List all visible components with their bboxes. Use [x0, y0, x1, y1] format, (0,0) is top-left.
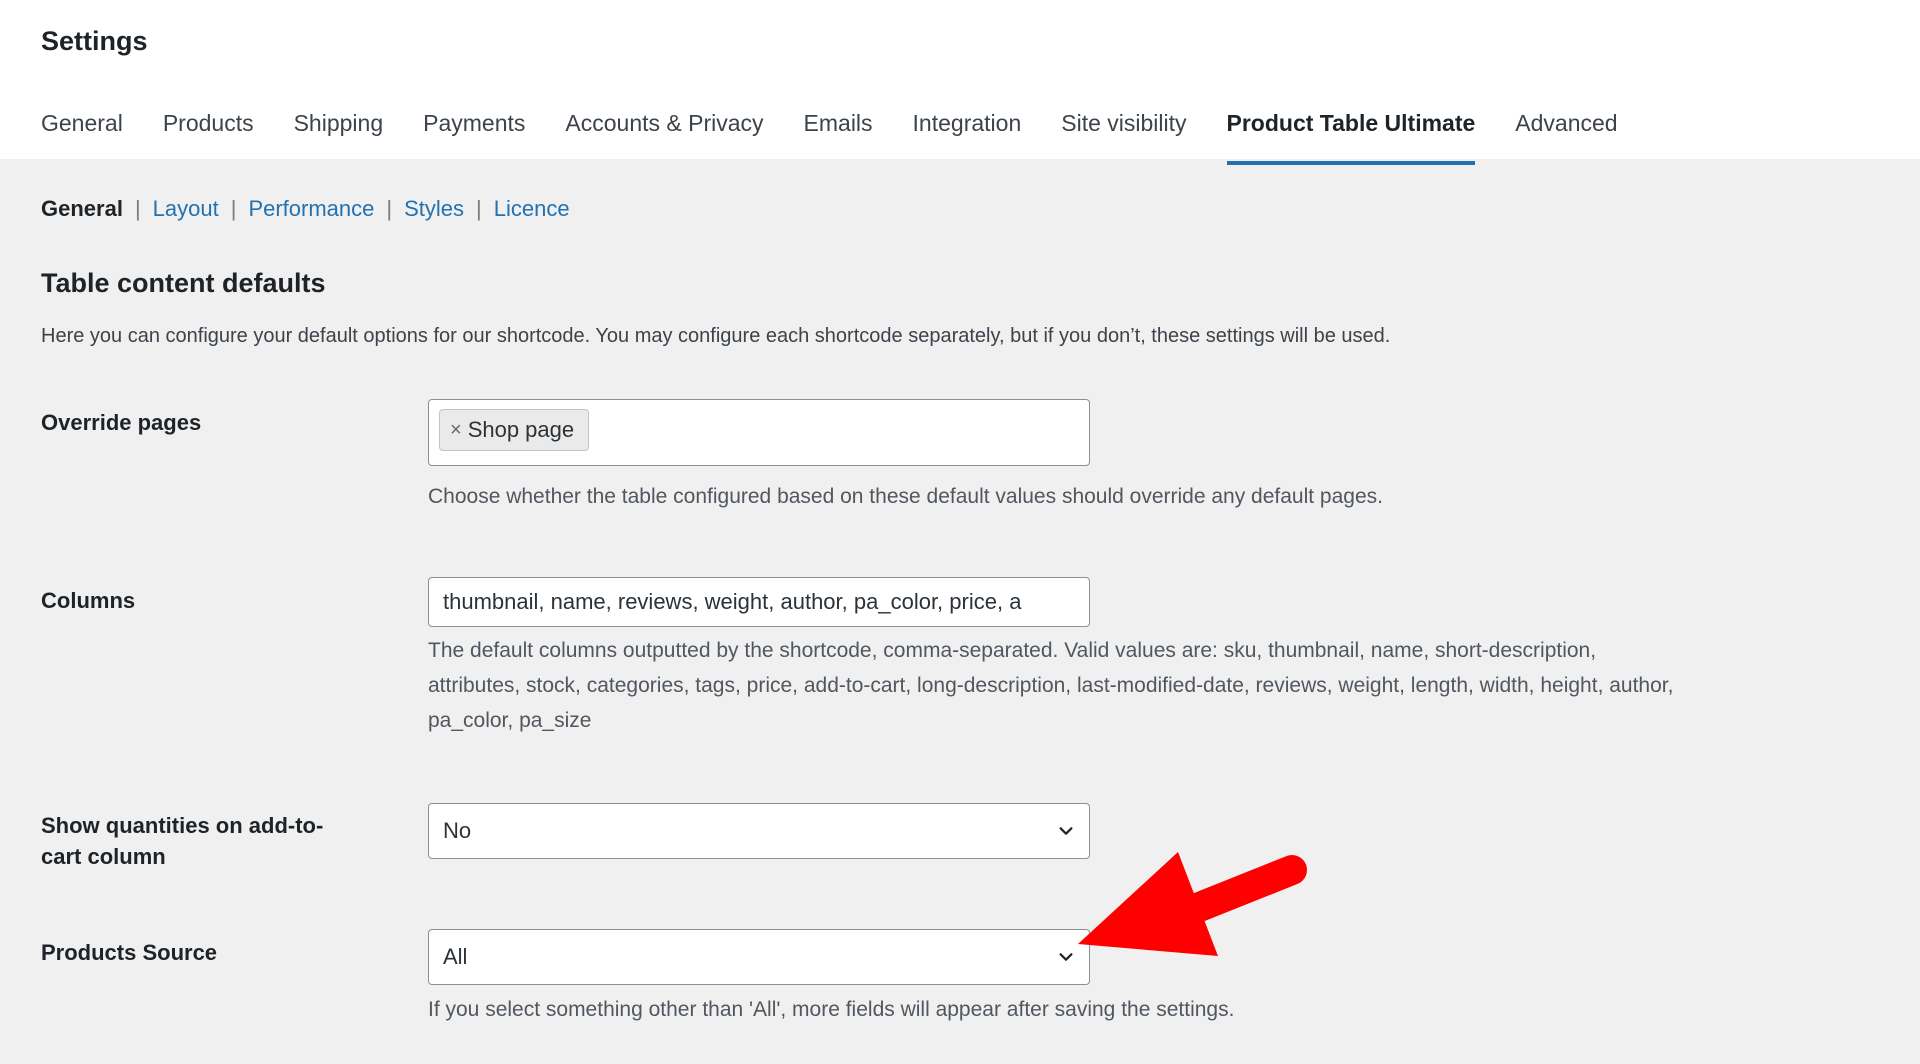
override-pages-help: Choose whether the table configured base… — [428, 485, 1383, 508]
columns-field[interactable] — [428, 577, 1090, 627]
show-quantities-label-line: cart column — [41, 844, 166, 869]
columns-label: Columns — [41, 588, 136, 613]
tab-general[interactable]: General — [41, 110, 123, 153]
section-description: Here you can configure your default opti… — [41, 325, 1391, 347]
show-quantities-value: No — [443, 818, 472, 843]
page-title: Settings — [41, 26, 148, 56]
subnav-separator: | — [134, 196, 141, 221]
tab-payments[interactable]: Payments — [423, 110, 525, 153]
tab-accounts-privacy[interactable]: Accounts & Privacy — [565, 110, 763, 153]
columns-help-line: attributes, stock, categories, tags, pri… — [428, 674, 1674, 697]
tab-site-visibility[interactable]: Site visibility — [1061, 110, 1186, 153]
subnav-separator: | — [386, 196, 393, 221]
products-source-value: All — [443, 944, 468, 969]
sub-navigation: General | Layout | Performance | Styles … — [41, 196, 570, 222]
section-title: Table content defaults — [41, 268, 326, 298]
override-pages-multiselect[interactable]: × Shop page — [428, 399, 1090, 466]
tab-emails[interactable]: Emails — [804, 110, 873, 153]
tab-products[interactable]: Products — [163, 110, 254, 153]
tab-advanced[interactable]: Advanced — [1515, 110, 1617, 153]
subnav-link-styles[interactable]: Styles — [404, 196, 464, 222]
tab-integration[interactable]: Integration — [913, 110, 1022, 153]
subnav-current-general: General — [41, 196, 123, 221]
columns-help-line: pa_color, pa_size — [428, 709, 592, 732]
remove-chip-icon[interactable]: × — [450, 419, 462, 442]
subnav-link-licence[interactable]: Licence — [494, 196, 570, 222]
subnav-separator: | — [476, 196, 482, 221]
columns-help-line: The default columns outputted by the sho… — [428, 639, 1597, 662]
settings-header: Settings General Products Shipping Payme… — [0, 0, 1920, 165]
chevron-down-icon — [1059, 827, 1073, 835]
subnav-separator: | — [230, 196, 237, 221]
show-quantities-label-line: Show quantities on add-to- — [41, 813, 324, 838]
chip-label: Shop page — [467, 417, 575, 442]
show-quantities-select[interactable]: No — [428, 803, 1090, 859]
show-quantities-label: Show quantities on add-to- cart column — [41, 810, 361, 872]
products-source-select[interactable]: All — [428, 929, 1090, 985]
products-source-label: Products Source — [41, 940, 218, 965]
subnav-link-layout[interactable]: Layout — [153, 196, 219, 222]
columns-input[interactable] — [429, 578, 1089, 626]
products-source-help: If you select something other than 'All'… — [428, 998, 1235, 1021]
tab-shipping[interactable]: Shipping — [294, 110, 384, 153]
tab-product-table-ultimate[interactable]: Product Table Ultimate — [1226, 110, 1475, 165]
selected-page-chip: × Shop page — [439, 409, 590, 451]
override-pages-label: Override pages — [41, 410, 202, 435]
subnav-link-performance[interactable]: Performance — [248, 196, 374, 222]
settings-tabs: General Products Shipping Payments Accou… — [41, 110, 1618, 165]
red-arrow-icon — [1078, 852, 1307, 956]
columns-help: The default columns outputted by the sho… — [428, 633, 1673, 738]
